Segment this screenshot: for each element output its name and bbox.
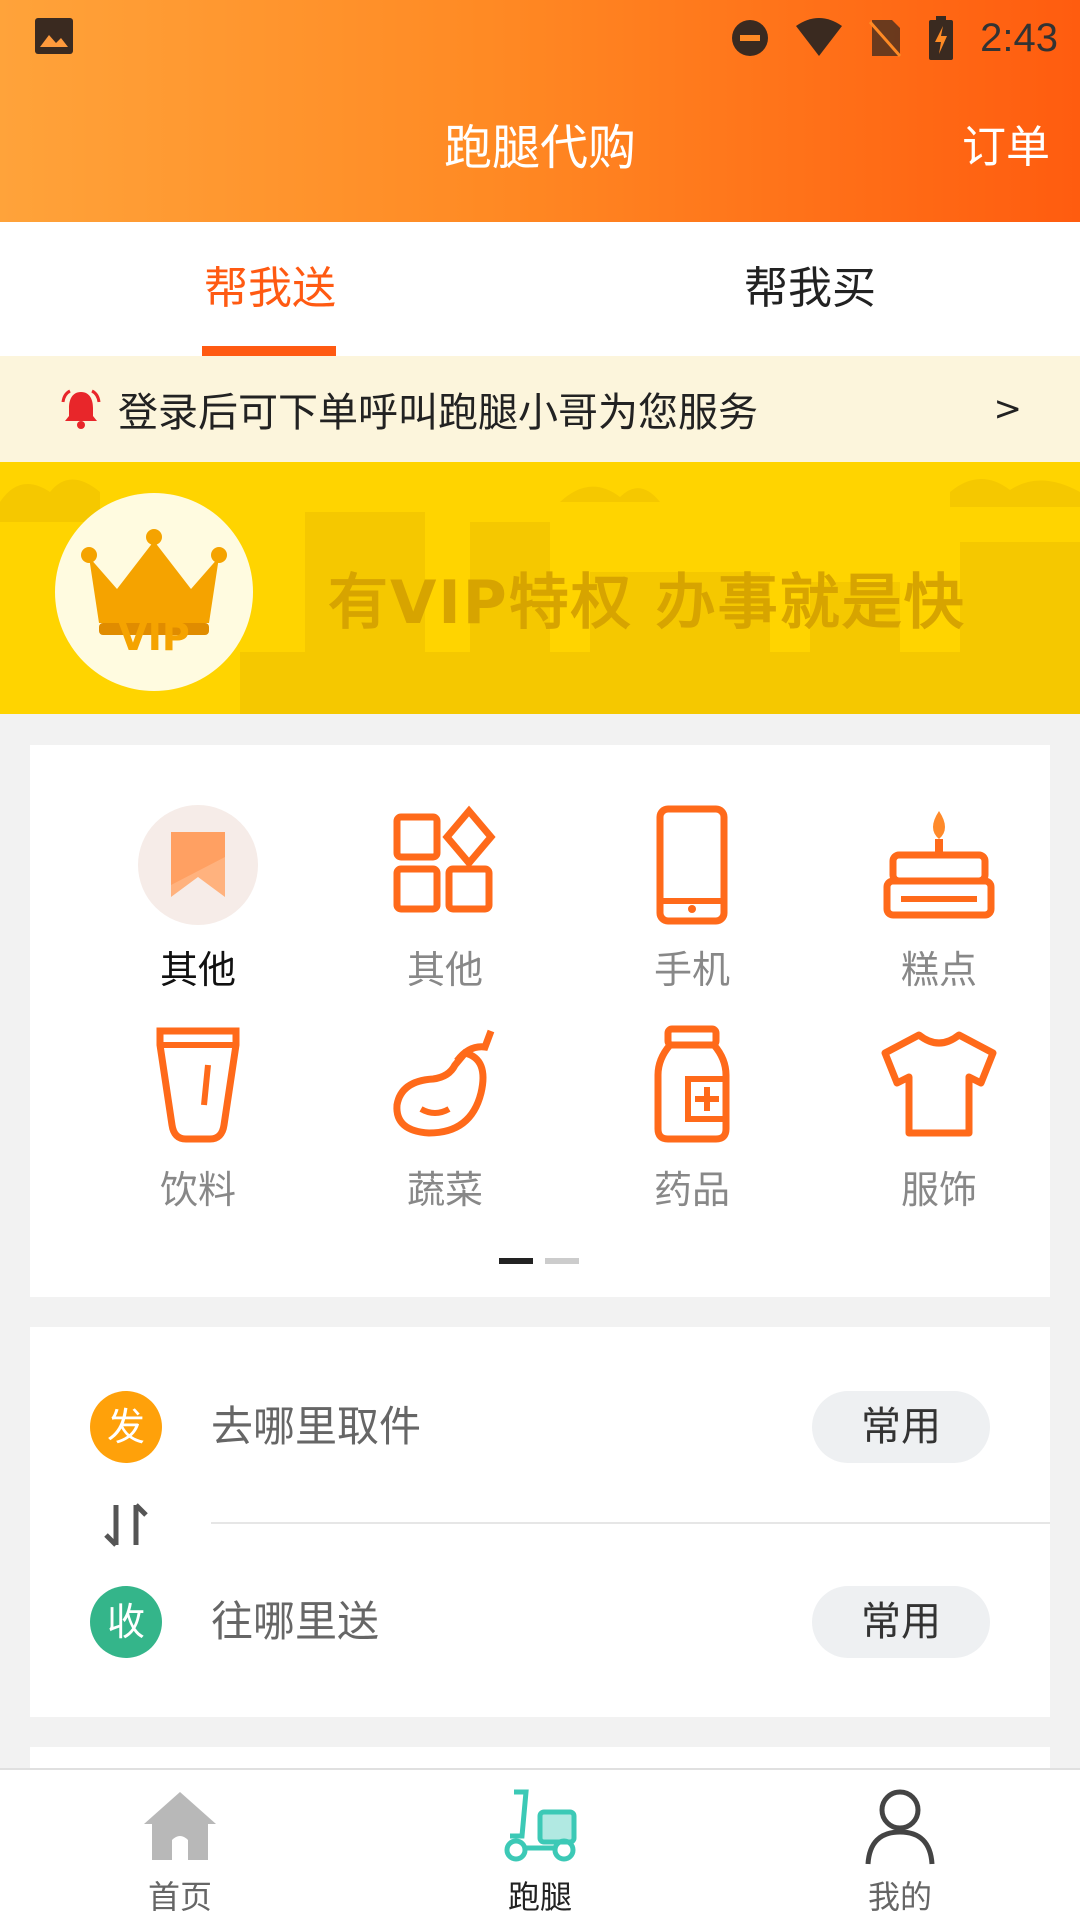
category-label: 药品 <box>653 1168 730 1212</box>
pager-dot[interactable] <box>545 1258 579 1264</box>
tab-help-send[interactable]: 帮我送 <box>0 222 540 356</box>
bookmark-icon <box>138 805 258 925</box>
category-label: 饮料 <box>159 1168 236 1212</box>
category-label: 糕点 <box>900 948 977 992</box>
category-clothing[interactable]: 服饰 <box>839 1025 1039 1225</box>
eggplant-icon <box>393 1029 495 1137</box>
pickup-input[interactable]: 去哪里取件 <box>211 1377 421 1477</box>
page-title: 跑腿代购 <box>443 120 636 176</box>
swap-icon[interactable] <box>98 1499 154 1551</box>
crown-icon <box>81 529 227 635</box>
address-divider <box>211 1522 1050 1524</box>
drink-icon <box>156 1027 240 1143</box>
nav-label: 首页 <box>147 1878 212 1916</box>
category-other-active[interactable]: 其他 <box>98 805 298 1005</box>
wifi-icon <box>796 18 843 56</box>
status-time: 2:43 <box>980 15 1058 60</box>
battery-charging-icon <box>929 16 954 60</box>
login-notice[interactable]: 登录后可下单呼叫跑腿小哥为您服务 > <box>0 356 1080 462</box>
category-label: 蔬菜 <box>406 1168 483 1212</box>
shirt-icon <box>881 1031 997 1137</box>
vip-banner[interactable]: VIP 有VIP特权 办事就是快 <box>0 462 1080 714</box>
pickup-row[interactable]: 发 去哪里取件 常用 <box>30 1377 1050 1477</box>
category-vegetable[interactable]: 蔬菜 <box>345 1025 545 1225</box>
category-label: 其他 <box>159 948 236 992</box>
nav-home[interactable]: 首页 <box>0 1770 360 1922</box>
category-cake[interactable]: 糕点 <box>839 805 1039 1005</box>
no-sim-icon <box>869 20 902 57</box>
delivery-common-button[interactable]: 常用 <box>812 1586 990 1658</box>
medicine-icon <box>654 1025 730 1143</box>
image-notification-icon <box>35 18 73 54</box>
category-phone[interactable]: 手机 <box>592 805 792 1005</box>
category-pager <box>499 1258 579 1264</box>
category-drink[interactable]: 饮料 <box>98 1025 298 1225</box>
pickup-common-button[interactable]: 常用 <box>812 1391 990 1463</box>
do-not-disturb-icon <box>732 20 769 56</box>
notice-text: 登录后可下单呼叫跑腿小哥为您服务 <box>118 390 758 436</box>
app-header: 2:43 跑腿代购 订单 <box>0 0 1080 222</box>
status-bar: 2:43 <box>0 0 1080 75</box>
delivery-input[interactable]: 往哪里送 <box>211 1572 379 1672</box>
nav-mine[interactable]: 我的 <box>720 1770 1080 1922</box>
scooter-icon <box>504 1789 577 1862</box>
address-card: 发 去哪里取件 常用 收 往哪里送 常用 <box>30 1327 1050 1717</box>
nav-label: 我的 <box>867 1878 932 1916</box>
category-card: 其他 其他 手机 糕点 饮料 蔬菜 药品 服饰 <box>30 745 1050 1297</box>
bell-icon <box>61 389 101 429</box>
pager-dot-active[interactable] <box>499 1258 533 1264</box>
category-other[interactable]: 其他 <box>345 805 545 1005</box>
category-label: 手机 <box>653 948 730 992</box>
notice-arrow: > <box>993 389 1023 429</box>
grid-icon <box>393 805 496 913</box>
orders-link[interactable]: 订单 <box>962 112 1050 184</box>
user-icon <box>865 1789 935 1865</box>
category-medicine[interactable]: 药品 <box>592 1025 792 1225</box>
home-icon <box>144 1792 216 1860</box>
vip-badge: VIP <box>55 493 253 691</box>
nav-label: 跑腿 <box>507 1878 572 1916</box>
delivery-badge: 收 <box>90 1586 162 1658</box>
nav-errand[interactable]: 跑腿 <box>360 1770 720 1922</box>
delivery-row[interactable]: 收 往哪里送 常用 <box>30 1572 1050 1672</box>
cake-icon <box>883 811 995 919</box>
tab-help-buy[interactable]: 帮我买 <box>540 222 1080 356</box>
vip-label: VIP <box>118 615 190 659</box>
phone-icon <box>656 805 728 925</box>
category-label: 服饰 <box>900 1168 977 1212</box>
bottom-nav: 首页 跑腿 我的 <box>0 1768 1080 1922</box>
category-label: 其他 <box>406 948 483 992</box>
vip-slogan: 有VIP特权 办事就是快 <box>328 568 966 638</box>
pickup-badge: 发 <box>90 1391 162 1463</box>
tab-bar: 帮我送 帮我买 <box>0 222 1080 356</box>
active-tab-indicator <box>202 346 336 356</box>
